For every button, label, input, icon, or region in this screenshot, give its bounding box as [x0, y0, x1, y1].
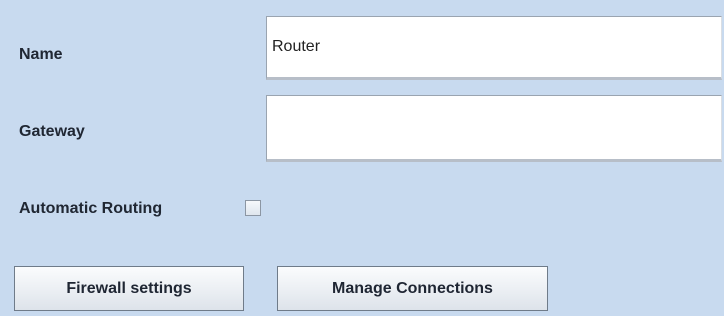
- automatic-routing-checkbox[interactable]: [245, 200, 261, 216]
- gateway-label: Gateway: [19, 123, 85, 140]
- router-settings-panel: Name Gateway Automatic Routing Firewall …: [0, 0, 724, 316]
- manage-connections-button[interactable]: Manage Connections: [277, 266, 548, 311]
- automatic-routing-label: Automatic Routing: [19, 200, 163, 217]
- gateway-field[interactable]: [266, 95, 722, 162]
- name-label: Name: [19, 46, 63, 63]
- name-field[interactable]: [266, 16, 722, 80]
- firewall-settings-button[interactable]: Firewall settings: [14, 266, 244, 311]
